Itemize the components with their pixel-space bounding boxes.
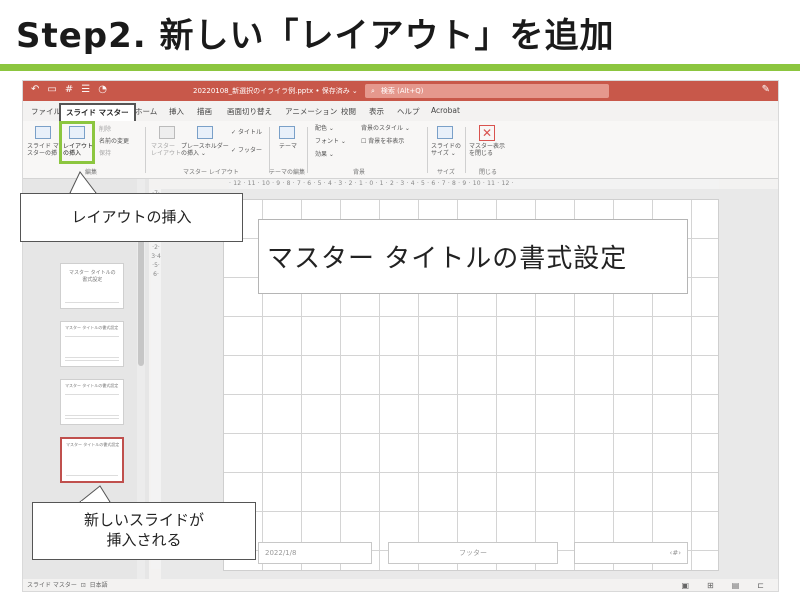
callout-new-slide-line1: 新しいスライドが <box>83 511 204 529</box>
page: Step2. 新しい「レイアウト」を追加 ↶ ▭ # ☰ ◔ 20220108_… <box>0 0 800 600</box>
callout-new-slide-line2: 挿入される <box>106 531 182 549</box>
callout-1-pointer <box>69 171 98 194</box>
callout-2-pointer <box>78 485 111 503</box>
callout-new-slide: 新しいスライドが 挿入される <box>32 502 256 560</box>
callout-insert-layout: レイアウトの挿入 <box>20 193 243 242</box>
